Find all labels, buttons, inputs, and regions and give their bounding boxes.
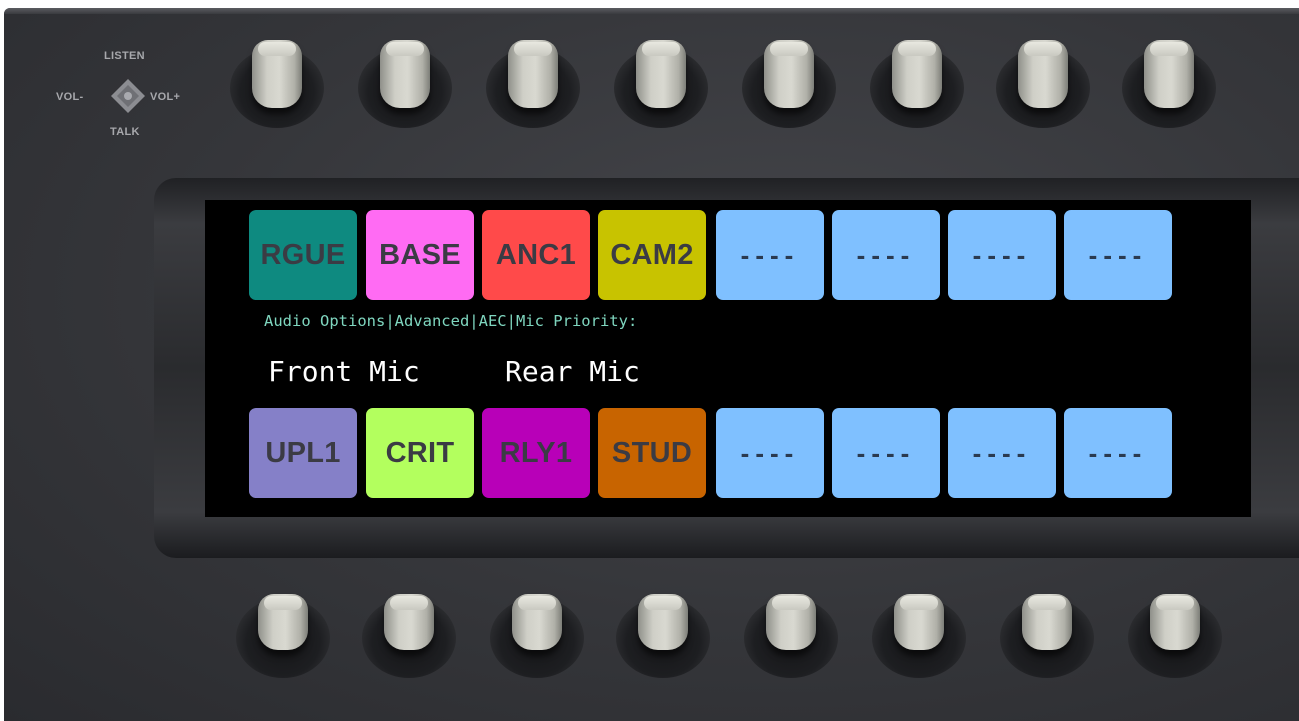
knob-cap <box>892 40 942 108</box>
top-knob-2[interactable] <box>358 40 452 128</box>
bottom-knob-6[interactable] <box>872 594 966 678</box>
bottom-key-button-3[interactable]: RLY1 <box>482 408 590 498</box>
top-knob-8[interactable] <box>1122 40 1216 128</box>
knob-cap <box>384 594 434 650</box>
bottom-knob-1[interactable] <box>236 594 330 678</box>
bottom-knob-4[interactable] <box>616 594 710 678</box>
top-knob-3[interactable] <box>486 40 580 128</box>
bottom-key-button-4[interactable]: STUD <box>598 408 706 498</box>
bottom-key-button-1[interactable]: UPL1 <box>249 408 357 498</box>
top-knob-6[interactable] <box>870 40 964 128</box>
top-key-button-5[interactable]: ---- <box>716 210 824 300</box>
top-key-button-3[interactable]: ANC1 <box>482 210 590 300</box>
top-key-button-8[interactable]: ---- <box>1064 210 1172 300</box>
menu-path: Audio Options|Advanced|AEC|Mic Priority: <box>264 312 638 330</box>
bottom-knob-7[interactable] <box>1000 594 1094 678</box>
vol-up-label: VOL+ <box>150 91 181 103</box>
knob-cap <box>1144 40 1194 108</box>
top-key-button-6[interactable]: ---- <box>832 210 940 300</box>
nav-diamond-icon[interactable] <box>110 78 146 114</box>
knob-cap <box>1150 594 1200 650</box>
knob-cap <box>636 40 686 108</box>
knob-cap <box>512 594 562 650</box>
vol-down-label: VOL- <box>56 91 84 103</box>
top-knob-4[interactable] <box>614 40 708 128</box>
knob-cap <box>894 594 944 650</box>
talk-label: TALK <box>110 126 140 138</box>
top-key-button-2[interactable]: BASE <box>366 210 474 300</box>
knob-cap <box>258 594 308 650</box>
bottom-key-button-2[interactable]: CRIT <box>366 408 474 498</box>
bottom-knob-3[interactable] <box>490 594 584 678</box>
nav-pad[interactable]: LISTEN VOL- VOL+ TALK <box>54 46 214 146</box>
top-knob-1[interactable] <box>230 40 324 128</box>
bottom-knob-8[interactable] <box>1128 594 1222 678</box>
option-front-mic[interactable]: Front Mic <box>268 355 420 388</box>
bottom-key-button-7[interactable]: ---- <box>948 408 1056 498</box>
bottom-knob-2[interactable] <box>362 594 456 678</box>
bottom-key-button-8[interactable]: ---- <box>1064 408 1172 498</box>
top-key-button-7[interactable]: ---- <box>948 210 1056 300</box>
top-key-button-4[interactable]: CAM2 <box>598 210 706 300</box>
top-key-button-1[interactable]: RGUE <box>249 210 357 300</box>
top-knob-7[interactable] <box>996 40 1090 128</box>
bottom-key-button-6[interactable]: ---- <box>832 408 940 498</box>
knob-cap <box>380 40 430 108</box>
knob-cap <box>638 594 688 650</box>
knob-cap <box>1018 40 1068 108</box>
knob-cap <box>508 40 558 108</box>
listen-label: LISTEN <box>104 50 145 62</box>
top-knob-5[interactable] <box>742 40 836 128</box>
knob-cap <box>764 40 814 108</box>
knob-cap <box>1022 594 1072 650</box>
knob-cap <box>766 594 816 650</box>
knob-cap <box>252 40 302 108</box>
bottom-key-button-5[interactable]: ---- <box>716 408 824 498</box>
bottom-knob-5[interactable] <box>744 594 838 678</box>
option-rear-mic[interactable]: Rear Mic <box>505 355 640 388</box>
